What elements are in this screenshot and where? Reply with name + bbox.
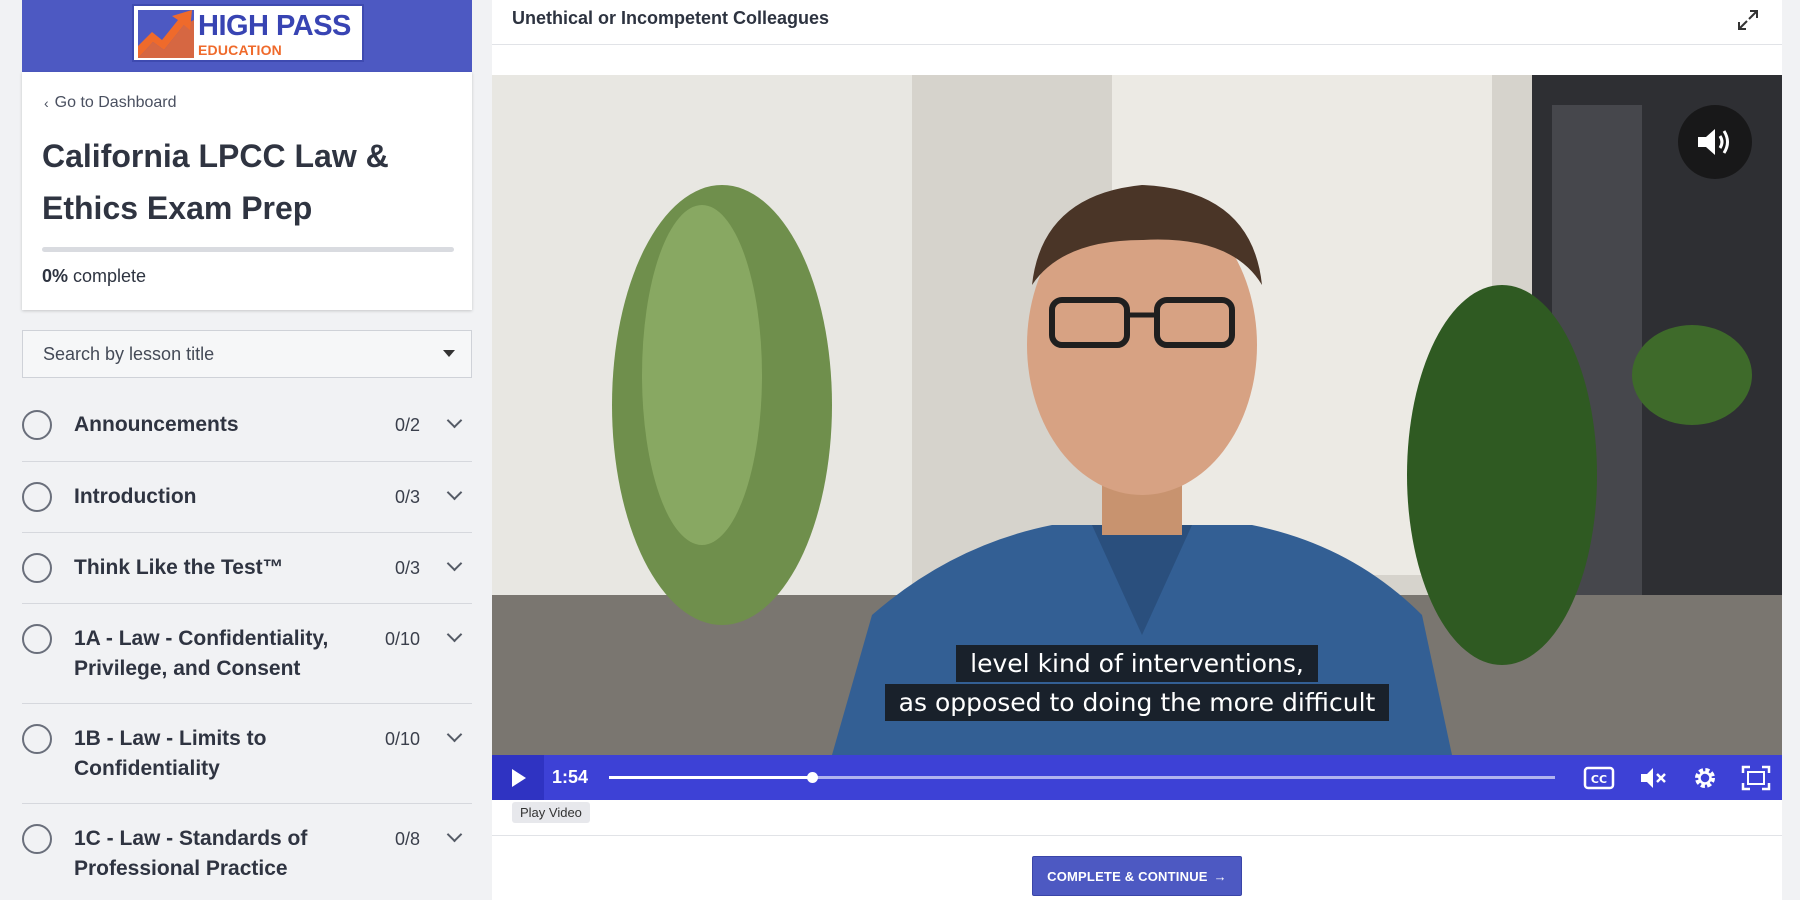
lesson-title: 1B - Law - Limits to Confidentiality [74,727,267,780]
progress-suffix: complete [68,266,147,286]
complete-continue-label: COMPLETE & CONTINUE [1047,868,1208,884]
status-circle-icon [22,624,52,654]
play-button[interactable] [492,755,544,800]
course-title: California LPCC Law & Ethics Exam Prep [42,138,389,226]
cc-icon: CC [1583,766,1615,790]
lesson-title: Think Like the Test™ [74,556,284,579]
captions-button[interactable]: CC [1583,763,1615,793]
arrow-right-icon: → [1213,868,1227,884]
lesson-heading: Unethical or Incompetent Colleagues [512,8,830,28]
lesson-count: 0/2 [394,415,420,435]
lesson-item[interactable]: 1B - Law - Limits to Confidentiality 0/1… [22,704,472,804]
expand-icon[interactable] [1736,8,1760,32]
play-tooltip: Play Video [512,802,590,823]
video-controls: 1:54 CC [492,755,1782,800]
gear-icon [1695,768,1715,788]
lesson-count: 0/10 [384,629,420,649]
lesson-search-dropdown[interactable]: Search by lesson title [22,330,472,378]
lesson-item[interactable]: 1A - Law - Confidentiality, Privilege, a… [22,604,472,704]
lesson-count: 0/8 [394,829,420,849]
lesson-count: 0/10 [384,729,420,749]
lesson-item[interactable]: 1C - Law - Standards of Professional Pra… [22,804,472,900]
lesson-count: 0/3 [394,558,420,578]
chevron-left-icon: ‹ [44,95,49,111]
lesson-header: Unethical or Incompetent Colleagues [492,0,1782,45]
fullscreen-icon [1741,765,1771,791]
lesson-list: Announcements 0/2 Introduction 0/3 Think… [22,390,472,900]
caption-line-1-row: level kind of interventions, [492,645,1782,682]
chevron-down-icon [446,826,463,843]
status-circle-icon [22,553,52,583]
lesson-title: Introduction [74,485,197,508]
brand-sub: EDUCATION [198,42,282,58]
volume-button[interactable] [1678,105,1752,179]
status-circle-icon [22,724,52,754]
seek-bar-fill [609,776,813,779]
svg-text:CC: CC [1591,773,1607,786]
course-card: ‹ Go to Dashboard California LPCC Law & … [22,72,472,310]
chevron-down-icon [446,626,463,643]
brand-name: HIGH PASS [198,10,351,42]
go-to-dashboard-link[interactable]: ‹ Go to Dashboard [44,94,177,112]
status-circle-icon [22,482,52,512]
status-circle-icon [22,824,52,854]
lesson-footer: COMPLETE & CONTINUE → [492,835,1782,900]
lesson-title: Announcements [74,413,239,436]
mute-button[interactable] [1637,763,1669,793]
caption-line-2-row: as opposed to doing the more difficult [492,684,1782,721]
brand-logo[interactable]: HIGH PASS EDUCATION [132,4,364,62]
fullscreen-button[interactable] [1740,763,1772,793]
seek-handle[interactable] [807,772,819,783]
back-label: Go to Dashboard [54,94,177,111]
course-progress-bar [42,247,454,252]
volume-icon [1698,129,1729,155]
lesson-item[interactable]: Think Like the Test™ 0/3 [22,533,472,604]
lesson-title: 1A - Law - Confidentiality, Privilege, a… [74,627,329,680]
mute-icon [1641,768,1666,788]
sidebar: HIGH PASS EDUCATION ‹ Go to Dashboard Ca… [0,0,492,900]
caret-down-icon [443,350,455,357]
caption-line-1: level kind of interventions, [956,645,1318,682]
settings-button[interactable] [1689,763,1721,793]
chevron-down-icon [446,484,463,501]
progress-text: 0% complete [42,266,146,287]
seek-bar[interactable] [609,772,1555,783]
current-time: 1:54 [552,767,589,787]
lesson-count: 0/3 [394,487,420,507]
video-player[interactable]: level kind of interventions, as opposed … [492,75,1782,800]
caption-line-2: as opposed to doing the more difficult [884,684,1390,721]
chevron-down-icon [446,555,463,572]
lesson-item[interactable]: Announcements 0/2 [22,390,472,462]
chart-arrow-icon [138,10,194,58]
lesson-title: 1C - Law - Standards of Professional Pra… [74,827,308,880]
lesson-content: Unethical or Incompetent Colleagues leve… [492,0,1782,900]
brand-header: HIGH PASS EDUCATION [22,0,472,72]
chevron-down-icon [446,726,463,743]
chevron-down-icon [446,412,463,429]
complete-continue-button[interactable]: COMPLETE & CONTINUE → [1032,856,1242,896]
search-placeholder: Search by lesson title [43,343,215,364]
lesson-item[interactable]: Introduction 0/3 [22,462,472,533]
status-circle-icon [22,410,52,440]
progress-value: 0% [42,266,69,286]
